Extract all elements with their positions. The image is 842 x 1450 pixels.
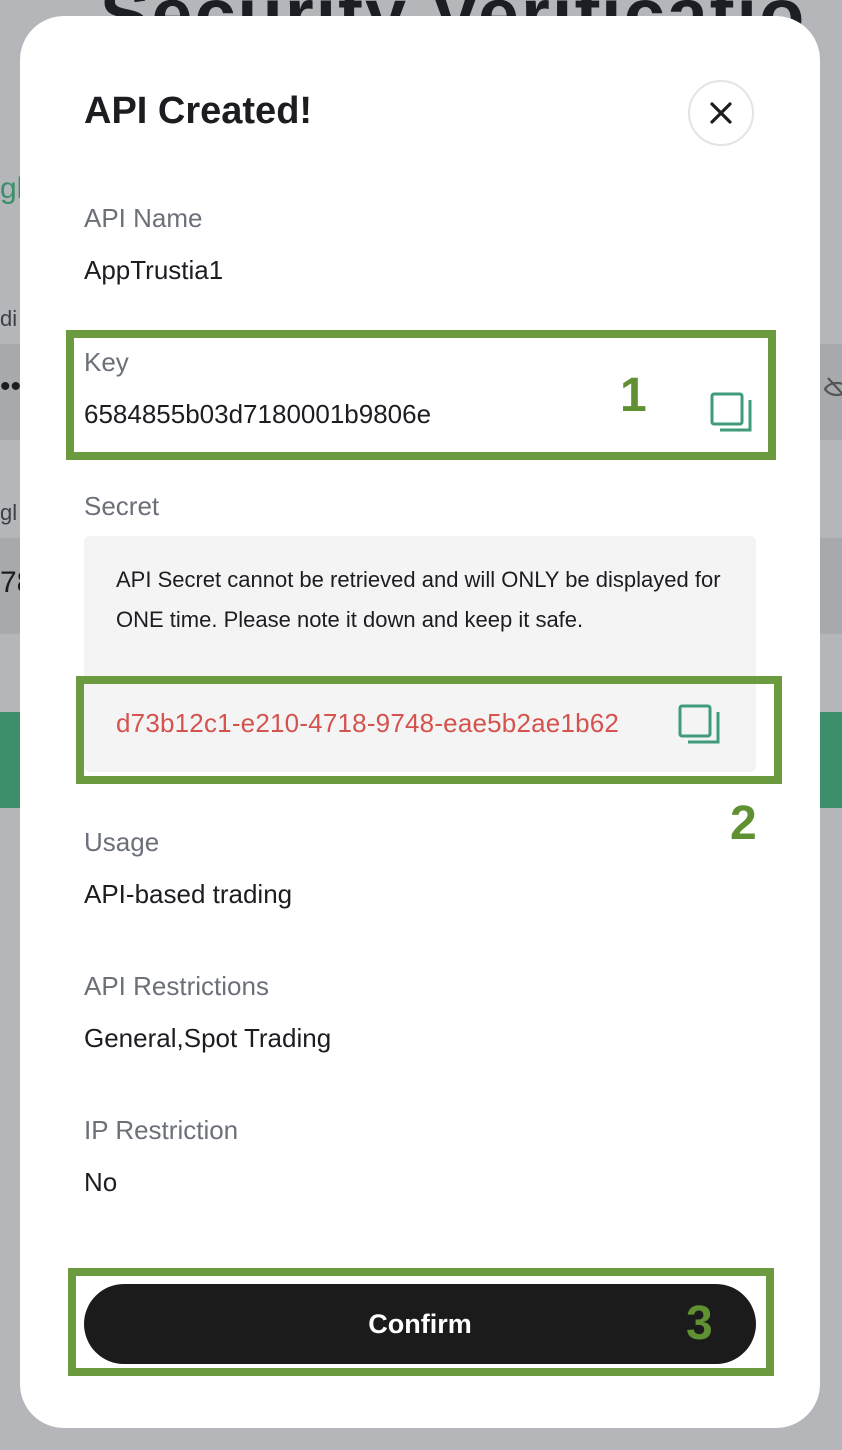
api-name-label: API Name xyxy=(84,203,203,233)
background-text-fragment: gl xyxy=(0,500,18,525)
close-button[interactable] xyxy=(688,80,754,146)
highlight-box-confirm xyxy=(68,1268,774,1376)
eye-off-icon xyxy=(823,377,842,397)
close-icon xyxy=(710,102,732,124)
ip-restriction-label: IP Restriction xyxy=(84,1115,239,1145)
step-number-2: 2 xyxy=(730,797,757,850)
api-name-value: AppTrustia1 xyxy=(84,255,224,285)
ip-restriction-value: No xyxy=(84,1167,118,1197)
step-number-3: 3 xyxy=(686,1297,713,1350)
usage-label: Usage xyxy=(84,827,160,857)
background-text-fragment: di xyxy=(0,306,18,331)
highlight-box-secret xyxy=(76,676,782,784)
step-number-1: 1 xyxy=(620,369,647,422)
secret-warning-note: API Secret cannot be retrieved and will … xyxy=(116,567,721,632)
api-restrictions-label: API Restrictions xyxy=(84,971,269,1001)
highlight-box-key xyxy=(66,330,776,460)
secret-label: Secret xyxy=(84,491,160,521)
modal-title: API Created! xyxy=(84,90,313,132)
usage-value: API-based trading xyxy=(84,879,293,909)
api-restrictions-value: General,Spot Trading xyxy=(84,1023,332,1053)
